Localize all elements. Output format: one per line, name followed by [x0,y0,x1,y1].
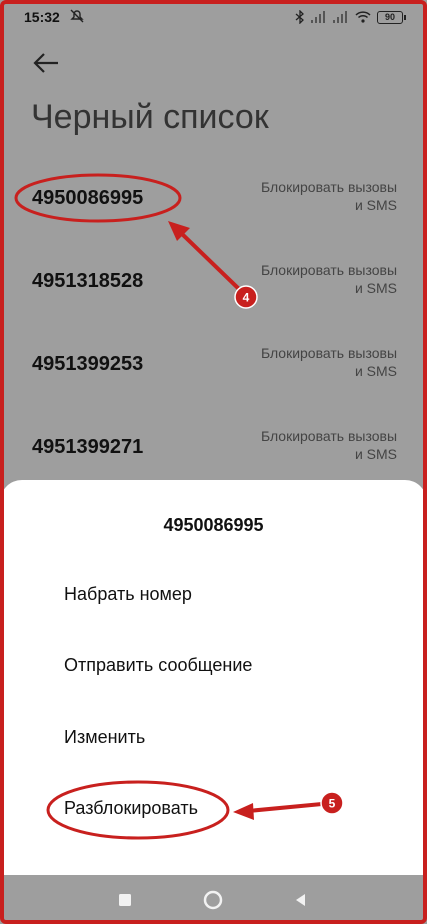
do-not-disturb-icon [70,9,84,23]
block-status: Блокировать вызовы и SMS [260,345,397,379]
send-message-option[interactable]: Отправить сообщение [64,655,252,676]
unblock-option[interactable]: Разблокировать [64,798,198,819]
blacklist-number: 4951318528 [32,270,144,292]
blacklist-row[interactable]: 4950086995 Блокировать вызовы и SMS [0,156,427,240]
action-sheet: 4950086995 Набрать номер Отправить сообщ… [0,480,427,875]
blacklist-row[interactable]: 4951318528 Блокировать вызовы и SMS [0,239,427,323]
edit-option[interactable]: Изменить [64,727,145,748]
status-time: 15:32 [24,9,60,25]
back-triangle-icon[interactable] [290,889,312,911]
signal-icon [311,11,325,23]
blacklist-row[interactable]: 4951399271 Блокировать вызовы и SMS [0,405,427,489]
status-icons: 90 [295,8,406,26]
blacklist-number: 4951399253 [32,353,144,375]
back-arrow-icon[interactable] [30,46,64,80]
blacklist-number: 4951399271 [32,436,144,458]
blacklist-number: 4950086995 [32,187,144,209]
block-status: Блокировать вызовы и SMS [260,428,397,462]
phone-screen: 15:32 90 Черный список 4950086995 Блокир… [0,0,427,924]
home-circle-icon[interactable] [202,889,224,911]
battery-icon: 90 [377,10,406,24]
wifi-icon [355,11,371,23]
sheet-title: 4950086995 [163,515,264,535]
recents-square-icon[interactable] [114,889,136,911]
dial-number-option[interactable]: Набрать номер [64,584,192,605]
blacklist-row[interactable]: 4951399253 Блокировать вызовы и SMS [0,322,427,406]
block-status: Блокировать вызовы и SMS [260,262,397,296]
bluetooth-icon [295,10,304,24]
status-bar: 15:32 90 [0,0,427,36]
signal-icon-2 [333,11,347,23]
block-status: Блокировать вызовы и SMS [260,179,397,213]
page-title: Черный список [31,98,269,136]
navigation-bar [0,875,427,924]
